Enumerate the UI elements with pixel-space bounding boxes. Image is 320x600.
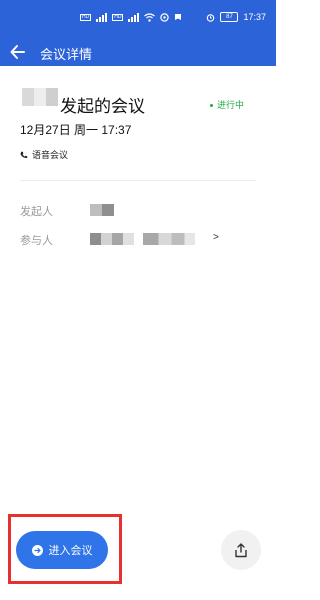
arrow-left-icon [10, 45, 25, 59]
network-badge: HD [80, 14, 92, 21]
wifi-icon [144, 13, 156, 22]
phone-icon [20, 151, 28, 158]
share-button[interactable] [221, 530, 261, 570]
status-bar: HD HD 87 17:37 [0, 0, 276, 38]
battery-icon: 87 [220, 12, 239, 22]
join-meeting-label: 进入会议 [48, 545, 93, 557]
status-badge: 进行中 [210, 98, 244, 111]
join-meeting-button[interactable]: 进入会议 [16, 531, 108, 569]
status-system: 87 17:37 [206, 12, 266, 22]
participant-name-redacted [143, 233, 195, 245]
share-icon [235, 542, 247, 557]
alarm-icon [207, 13, 215, 22]
page-title: 会议详情 [40, 47, 93, 62]
status-text: 进行中 [217, 100, 245, 110]
meeting-type-label: 语音会议 [32, 150, 69, 160]
notification-icon [175, 14, 182, 20]
participants-label: 参与人 [20, 235, 53, 247]
arrow-right-icon [31, 544, 43, 556]
status-dot-icon [210, 104, 213, 108]
meeting-datetime: 12月27日 周一 17:37 [20, 123, 132, 137]
data-saver-icon [160, 13, 170, 22]
meeting-type: 语音会议 [20, 148, 68, 161]
meeting-title: 发起的会议 [60, 97, 145, 116]
organizer-name-redacted [90, 204, 114, 216]
participant-name-redacted [90, 233, 134, 245]
organizer-label: 发起人 [20, 206, 53, 218]
participants-more-button[interactable]: > [213, 232, 219, 243]
app-bar: 会议详情 [0, 38, 276, 66]
host-name-redacted [22, 88, 58, 106]
signal-icon [96, 13, 108, 22]
network-badge: HD [112, 14, 124, 21]
status-network: HD HD [80, 13, 182, 22]
status-time: 17:37 [243, 12, 266, 22]
signal-icon [128, 13, 140, 22]
back-button[interactable] [8, 42, 28, 62]
divider [20, 180, 256, 181]
